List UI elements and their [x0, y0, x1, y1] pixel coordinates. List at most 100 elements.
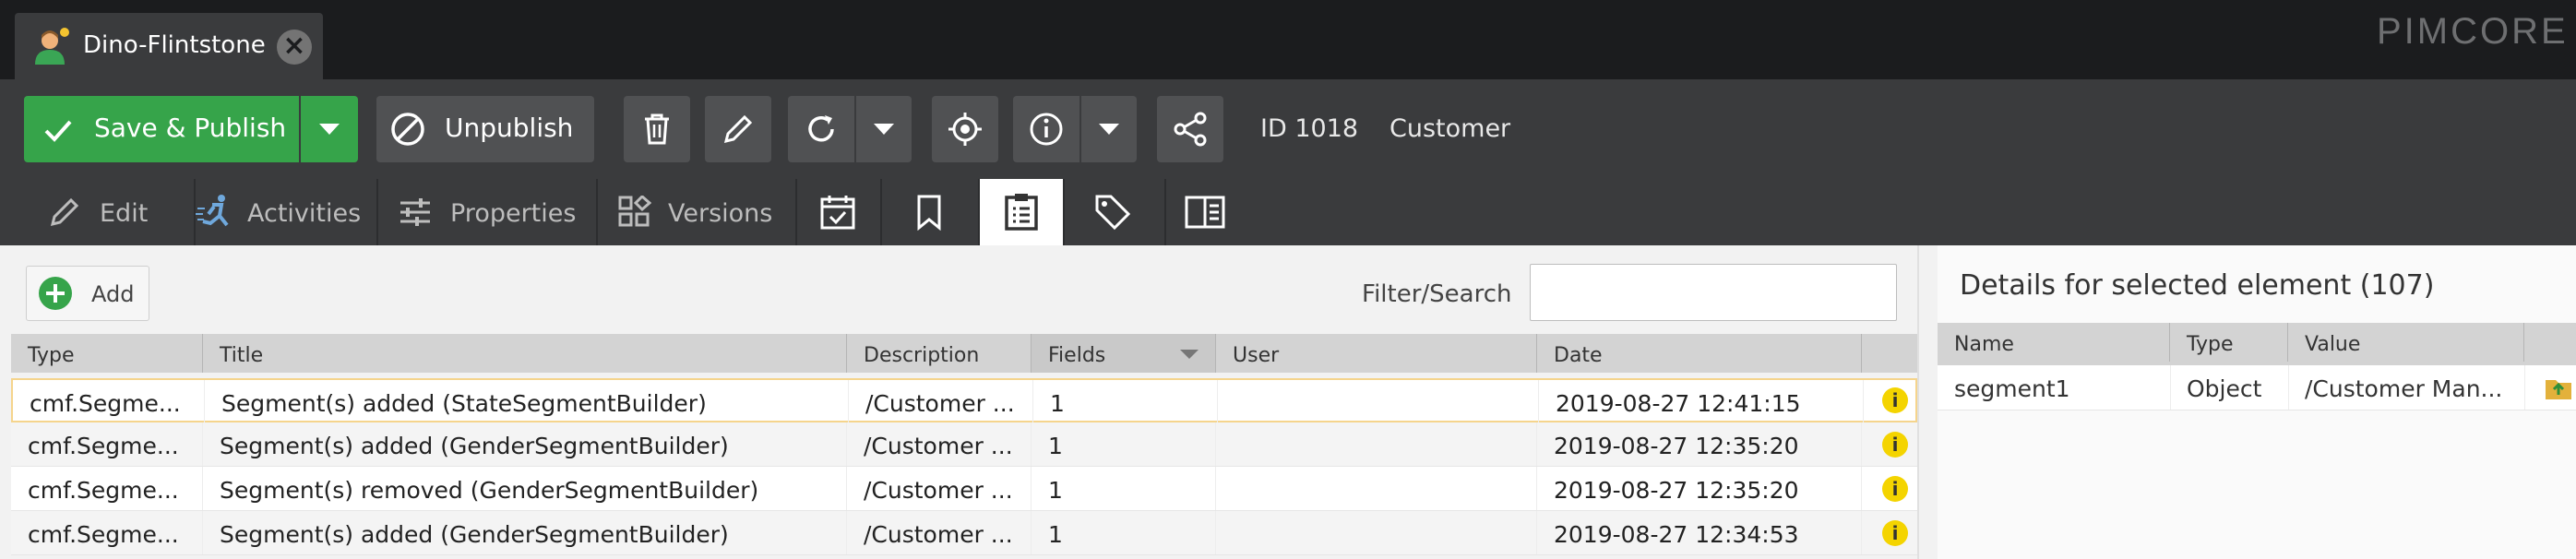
- caret-down-icon: [319, 124, 340, 135]
- tab-edit[interactable]: Edit: [28, 179, 196, 245]
- cell-title: Segment(s) added (GenderSegmentBuilder): [220, 433, 729, 459]
- check-icon: [44, 120, 72, 142]
- info-icon[interactable]: i: [1882, 520, 1908, 546]
- ban-icon: [391, 113, 424, 146]
- filter-label: Filter/Search: [1362, 280, 1512, 308]
- cell-date: 2019-08-27 12:35:20: [1554, 433, 1799, 459]
- tab-workflow[interactable]: [1166, 179, 1249, 245]
- table-row[interactable]: cmf.Segme... Segment(s) added (StateSegm…: [11, 378, 1917, 423]
- tab-properties-label: Properties: [450, 199, 577, 228]
- pencil-icon: [723, 114, 753, 144]
- column-header-description[interactable]: Description: [847, 334, 1032, 373]
- tab-bookmark[interactable]: [882, 179, 980, 245]
- info-icon: [1030, 113, 1063, 146]
- share-button[interactable]: [1157, 96, 1223, 162]
- add-note-label: Add: [91, 281, 135, 307]
- cell-date: 2019-08-27 12:34:53: [1554, 521, 1799, 548]
- clipboard-icon: [1005, 194, 1038, 231]
- chevron-down-icon: [1099, 124, 1119, 135]
- tab-versions-label: Versions: [668, 199, 773, 228]
- plus-circle-icon: [39, 277, 72, 310]
- editor-tabs: Edit Activities Properties Versions: [0, 179, 2576, 245]
- save-publish-button[interactable]: Save & Publish: [24, 96, 299, 162]
- cell-description: /Customer ...: [864, 521, 1013, 548]
- top-bar: Dino-Flintstone × PIMCORE: [0, 0, 2576, 79]
- save-publish-label: Save & Publish: [94, 113, 287, 143]
- cell-description: /Customer ...: [865, 390, 1015, 417]
- object-id: ID 1018: [1260, 114, 1359, 143]
- column-header-date[interactable]: Date: [1537, 334, 1862, 373]
- trash-icon: [645, 113, 669, 145]
- tag-icon: [1095, 195, 1131, 231]
- customer-avatar-icon: [35, 28, 69, 65]
- panel-icon: [1185, 196, 1225, 229]
- cell-fields: 1: [1048, 521, 1063, 548]
- object-toolbar: Save & Publish Unpublish ID 1018 Custome…: [0, 79, 2576, 179]
- object-class: Customer: [1389, 114, 1511, 143]
- tab-tags[interactable]: [1065, 179, 1166, 245]
- cell-type: cmf.Segme...: [28, 433, 179, 459]
- tab-activities-label: Activities: [247, 199, 362, 228]
- cell-description: /Customer ...: [864, 433, 1013, 459]
- column-header-title[interactable]: Title: [203, 334, 847, 373]
- tab-activities[interactable]: Activities: [196, 179, 378, 245]
- table-row[interactable]: cmf.Segme... Segment(s) removed (GenderS…: [11, 467, 1917, 511]
- info-button[interactable]: [1013, 96, 1079, 162]
- cell-fields: 1: [1048, 433, 1063, 459]
- tab-properties[interactable]: Properties: [378, 179, 598, 245]
- cell-title: Segment(s) added (GenderSegmentBuilder): [220, 521, 729, 548]
- delete-button[interactable]: [624, 96, 690, 162]
- tab-edit-label: Edit: [100, 199, 149, 228]
- details-title: Details for selected element (107): [1960, 269, 2435, 302]
- cell-date: 2019-08-27 12:41:15: [1556, 390, 1801, 417]
- document-tab[interactable]: Dino-Flintstone ×: [15, 13, 323, 79]
- open-object-icon[interactable]: [2545, 375, 2572, 400]
- pimcore-logo: PIMCORE: [2377, 11, 2569, 52]
- table-row[interactable]: cmf.Segme... Segment(s) added (GenderSeg…: [11, 511, 1917, 555]
- unpublish-label: Unpublish: [445, 113, 574, 143]
- info-icon[interactable]: i: [1882, 432, 1908, 458]
- detail-name: segment1: [1954, 375, 2070, 402]
- cell-type: cmf.Segme...: [28, 521, 179, 548]
- cell-fields: 1: [1050, 390, 1065, 417]
- close-icon[interactable]: ×: [277, 30, 312, 65]
- cell-title: Segment(s) added (StateSegmentBuilder): [221, 390, 707, 417]
- detail-row[interactable]: segment1 Object /Customer Man...: [1938, 365, 2576, 410]
- detail-value: /Customer Man...: [2305, 375, 2503, 402]
- locate-icon: [948, 113, 982, 146]
- reload-icon: [808, 115, 834, 142]
- unpublish-button[interactable]: Unpublish: [376, 96, 594, 162]
- detail-type: Object: [2187, 375, 2262, 402]
- column-header-fields[interactable]: Fields: [1032, 334, 1216, 373]
- versions-icon: [618, 196, 651, 227]
- reload-button[interactable]: [788, 96, 854, 162]
- column-header-user[interactable]: User: [1216, 334, 1537, 373]
- tab-notes-events[interactable]: [980, 179, 1065, 245]
- tab-scheduler[interactable]: [797, 179, 882, 245]
- filter-input[interactable]: [1530, 264, 1897, 321]
- rename-button[interactable]: [705, 96, 771, 162]
- cell-fields: 1: [1048, 477, 1063, 504]
- reload-options-button[interactable]: [856, 96, 912, 162]
- column-menu-icon[interactable]: [1179, 349, 1199, 360]
- share-icon: [1174, 112, 1207, 147]
- column-header-name[interactable]: Name: [1938, 323, 2170, 362]
- add-note-button[interactable]: Add: [26, 266, 149, 321]
- info-options-button[interactable]: [1081, 96, 1137, 162]
- cell-type: cmf.Segme...: [28, 477, 179, 504]
- save-options-button[interactable]: [301, 96, 358, 162]
- pencil-icon: [50, 197, 79, 227]
- cell-title: Segment(s) removed (GenderSegmentBuilder…: [220, 477, 759, 504]
- info-icon[interactable]: i: [1882, 387, 1908, 413]
- details-grid-header: Name Type Value: [1938, 323, 2576, 365]
- document-tab-title: Dino-Flintstone: [83, 31, 266, 59]
- tab-versions[interactable]: Versions: [598, 179, 797, 245]
- column-header-detail-type[interactable]: Type: [2170, 323, 2288, 362]
- info-icon[interactable]: i: [1882, 476, 1908, 502]
- column-header-value[interactable]: Value: [2288, 323, 2524, 362]
- calendar-check-icon: [820, 196, 855, 230]
- sliders-icon: [400, 198, 430, 226]
- column-header-type[interactable]: Type: [11, 334, 203, 373]
- table-row[interactable]: cmf.Segme... Segment(s) added (GenderSeg…: [11, 422, 1917, 467]
- show-in-tree-button[interactable]: [932, 96, 998, 162]
